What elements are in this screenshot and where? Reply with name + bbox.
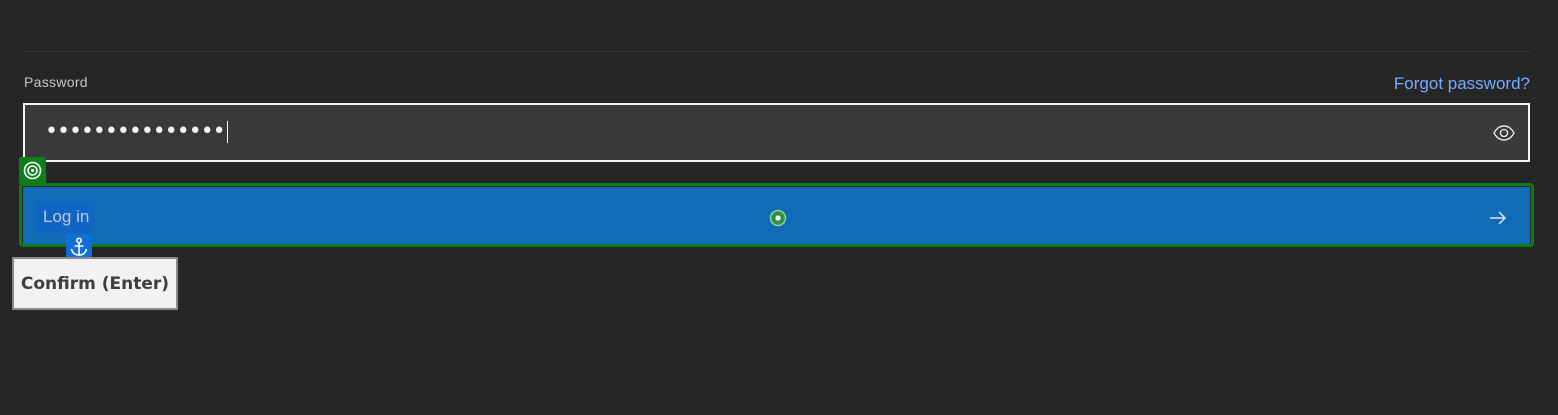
clipped-top-content bbox=[24, 0, 284, 2]
password-value: ••••••••••••••• bbox=[45, 119, 228, 144]
text-caret bbox=[226, 121, 228, 143]
password-mask: ••••••••••••••• bbox=[45, 119, 226, 144]
divider bbox=[23, 51, 1530, 52]
arrow-right-icon bbox=[1488, 208, 1508, 228]
login-page: Password Forgot password? ••••••••••••••… bbox=[0, 0, 1558, 415]
tooltip: Confirm (Enter) bbox=[12, 257, 178, 310]
login-button-label: Log in bbox=[43, 207, 90, 226]
target-icon bbox=[19, 157, 46, 184]
forgot-password-link[interactable]: Forgot password? bbox=[1394, 74, 1530, 94]
tooltip-text: Confirm (Enter) bbox=[20, 273, 170, 294]
password-input[interactable]: ••••••••••••••• bbox=[23, 103, 1530, 162]
eye-icon[interactable] bbox=[1492, 121, 1516, 145]
clipped-text bbox=[24, 0, 264, 2]
click-point-icon bbox=[769, 209, 787, 227]
password-label: Password bbox=[24, 74, 88, 90]
